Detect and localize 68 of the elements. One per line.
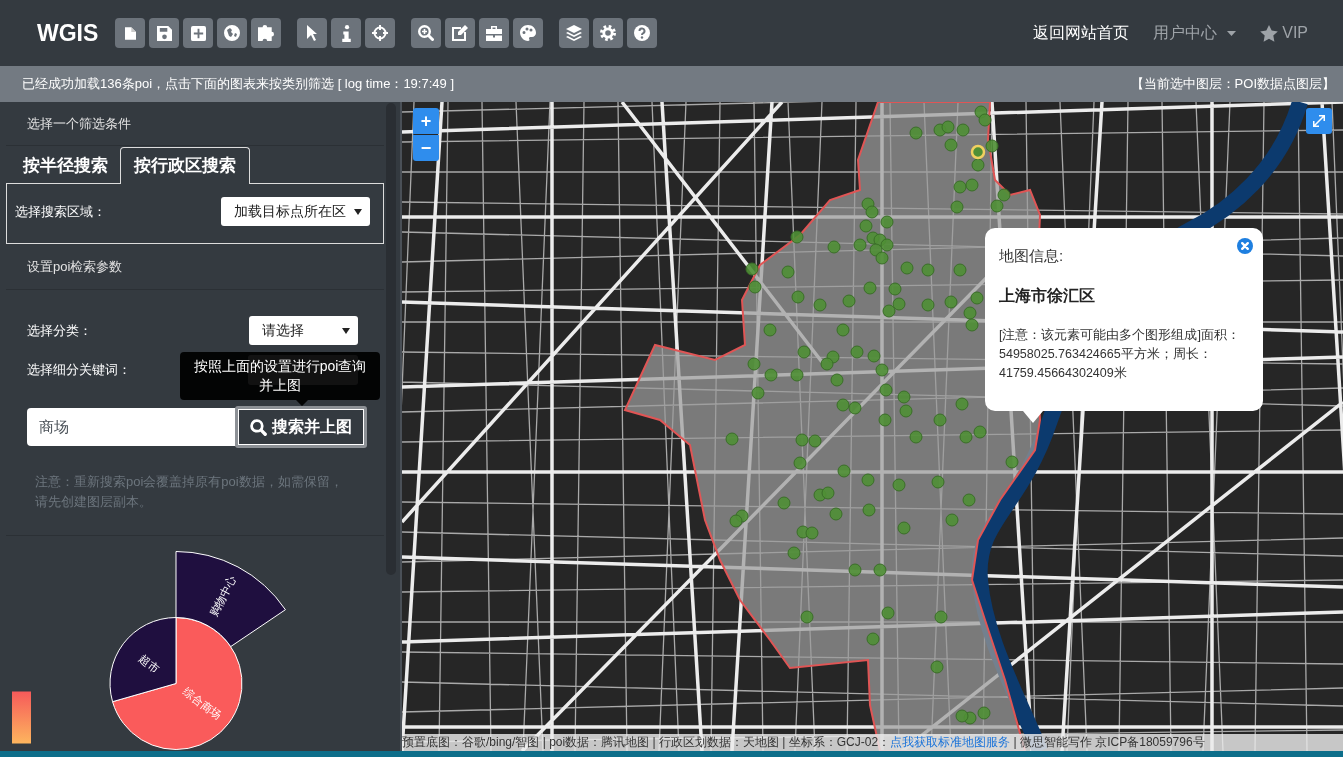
new-file-button[interactable] [115,18,146,48]
area-select[interactable]: 加载目标点所在区 [221,197,370,226]
popup-heading: 上海市徐汇区 [999,286,1096,306]
pie-slice[interactable] [112,617,243,750]
logo-text: WGIS [37,19,99,47]
layers-icon [566,25,583,41]
search-button[interactable]: 搜索并上图 [235,406,367,448]
info-button[interactable] [331,18,362,48]
palette-button[interactable] [513,18,544,48]
settings-button[interactable] [593,18,624,48]
close-icon[interactable] [1237,238,1253,254]
select-button[interactable] [297,18,328,48]
palette-icon [520,25,537,41]
caret-icon [1227,30,1237,36]
scrollbar[interactable] [386,103,396,575]
zoom-search-button[interactable] [411,18,442,48]
section-heading: 选择一个筛选条件 [6,102,384,146]
fullscreen-button[interactable] [1306,108,1332,134]
globe-button[interactable] [217,18,248,48]
category-select[interactable]: 请选择 [249,316,358,345]
section-heading: 设置poi检索参数 [6,244,384,290]
tooltip: 按照上面的设置进行poi查询并上图 [180,352,380,406]
field-label: 选择分类： [27,321,92,340]
star-icon [1260,24,1279,42]
slice-label: 综合商场 [181,685,224,722]
search-icon [250,418,267,436]
popup-text: [注意：该元素可能由多个图形组成]面积：54958025.763424665平方米；周长：41759.45664302409米 [999,327,1241,382]
field-label: 选择搜索区域： [15,203,106,221]
caret-icon [354,208,362,215]
pointer-icon [307,25,318,41]
globe-icon [224,25,241,41]
help-icon [634,25,651,41]
slice-label: 超市 [137,652,163,676]
info-icon [341,24,351,42]
add-button[interactable] [183,18,214,48]
toolbox-icon [486,25,503,41]
save-button[interactable] [149,18,180,48]
user-center-menu[interactable]: 用户中心 [1153,22,1237,44]
plus-icon [190,25,206,41]
file-icon [124,26,136,40]
pie-slice[interactable] [109,617,177,703]
edit-button[interactable] [445,18,476,48]
color-scale-bar[interactable] [12,691,31,744]
crosshair-icon [372,25,389,41]
current-layer-label: 【当前选中图层：POI数据点图层】 [1130,75,1335,93]
home-link[interactable]: 返回网站首页 [1033,22,1130,44]
layers-button[interactable] [559,18,590,48]
gear-icon [600,25,617,41]
popup-title: 地图信息: [999,246,1065,266]
magnifier-plus-icon [418,25,435,41]
floppy-icon [156,25,172,41]
plugin-button[interactable] [251,18,282,48]
locate-button[interactable] [365,18,396,48]
tab[interactable]: 按半径搜索 [11,147,120,183]
help-button[interactable] [627,18,658,48]
pie-slice[interactable] [175,551,286,648]
puzzle-icon [258,25,275,41]
slice-label: 购物中心 [206,573,239,619]
edit-icon [452,25,469,41]
status-message: 已经成功加载136条poi，点击下面的图表来按类别筛选 [ log time：19:7:49 ] [22,75,454,93]
toolbox-button[interactable] [479,18,510,48]
field-label: 选择细分关键词： [27,361,131,379]
tab[interactable]: 按行政区搜索 [120,147,250,184]
search-field[interactable]: 商场 [27,408,237,446]
expand-icon [1313,115,1325,127]
caret-icon [342,327,350,334]
vip-link[interactable]: VIP [1260,24,1308,42]
attribution-text: 预置底图：谷歌/bing/智图 | poi数据：腾讯地图 | 行政区划数据：天地图 | 坐标系：GCJ-02：点我获取标准地图服务 | 微思智能写作 京ICP备18059796号 [402,734,1343,751]
